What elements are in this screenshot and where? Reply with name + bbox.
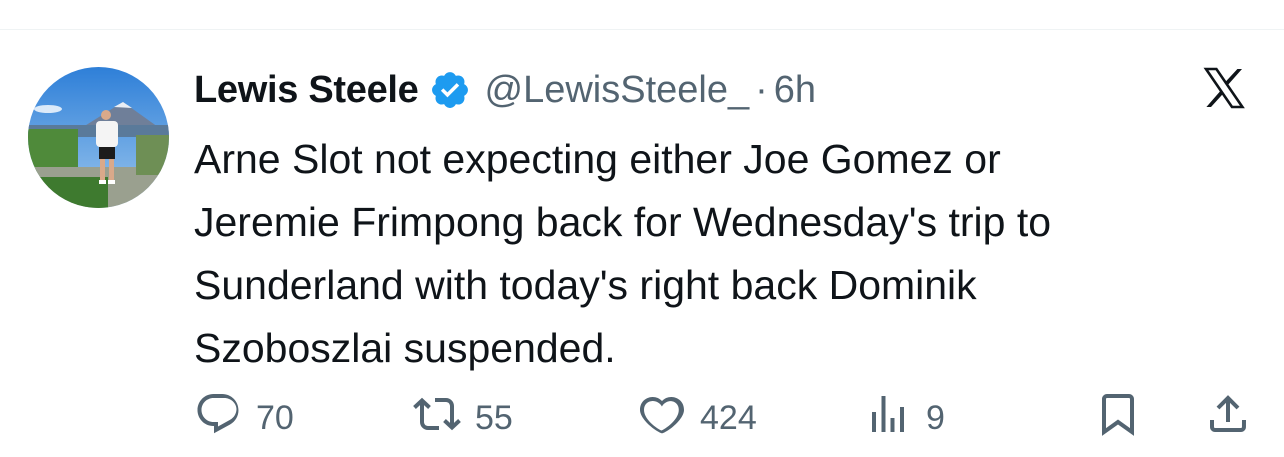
views-button[interactable]: 9 — [864, 392, 945, 444]
author-display-name[interactable]: Lewis Steele — [194, 69, 419, 112]
heart-icon — [638, 390, 686, 447]
like-count: 424 — [700, 398, 757, 437]
avatar[interactable] — [28, 67, 169, 208]
x-logo-icon[interactable] — [1198, 64, 1250, 112]
like-button[interactable]: 424 — [638, 392, 757, 444]
tweet-actions: 70 55 424 9 — [194, 392, 1284, 444]
bookmark-button[interactable] — [1094, 392, 1142, 444]
retweet-count: 55 — [475, 398, 513, 437]
tweet-header: Lewis Steele @LewisSteele_ · 6h — [194, 66, 816, 114]
tweet-text: Arne Slot not expecting either Joe Gomez… — [194, 136, 1052, 371]
avatar-photo — [28, 67, 169, 208]
retweet-icon — [413, 390, 461, 447]
views-count: 9 — [926, 398, 945, 437]
bookmark-icon — [1094, 390, 1142, 447]
retweet-button[interactable]: 55 — [413, 392, 513, 444]
reply-button[interactable]: 70 — [194, 392, 294, 444]
header-separator: · — [755, 68, 768, 111]
verified-badge-icon[interactable] — [429, 69, 471, 111]
top-divider — [0, 29, 1284, 30]
reply-count: 70 — [256, 398, 294, 437]
views-icon — [864, 390, 912, 447]
author-handle[interactable]: @LewisSteele_ — [485, 69, 750, 112]
reply-icon — [194, 390, 242, 447]
tweet-timestamp[interactable]: 6h — [774, 69, 816, 112]
share-button[interactable] — [1204, 392, 1252, 444]
share-icon — [1204, 390, 1252, 447]
